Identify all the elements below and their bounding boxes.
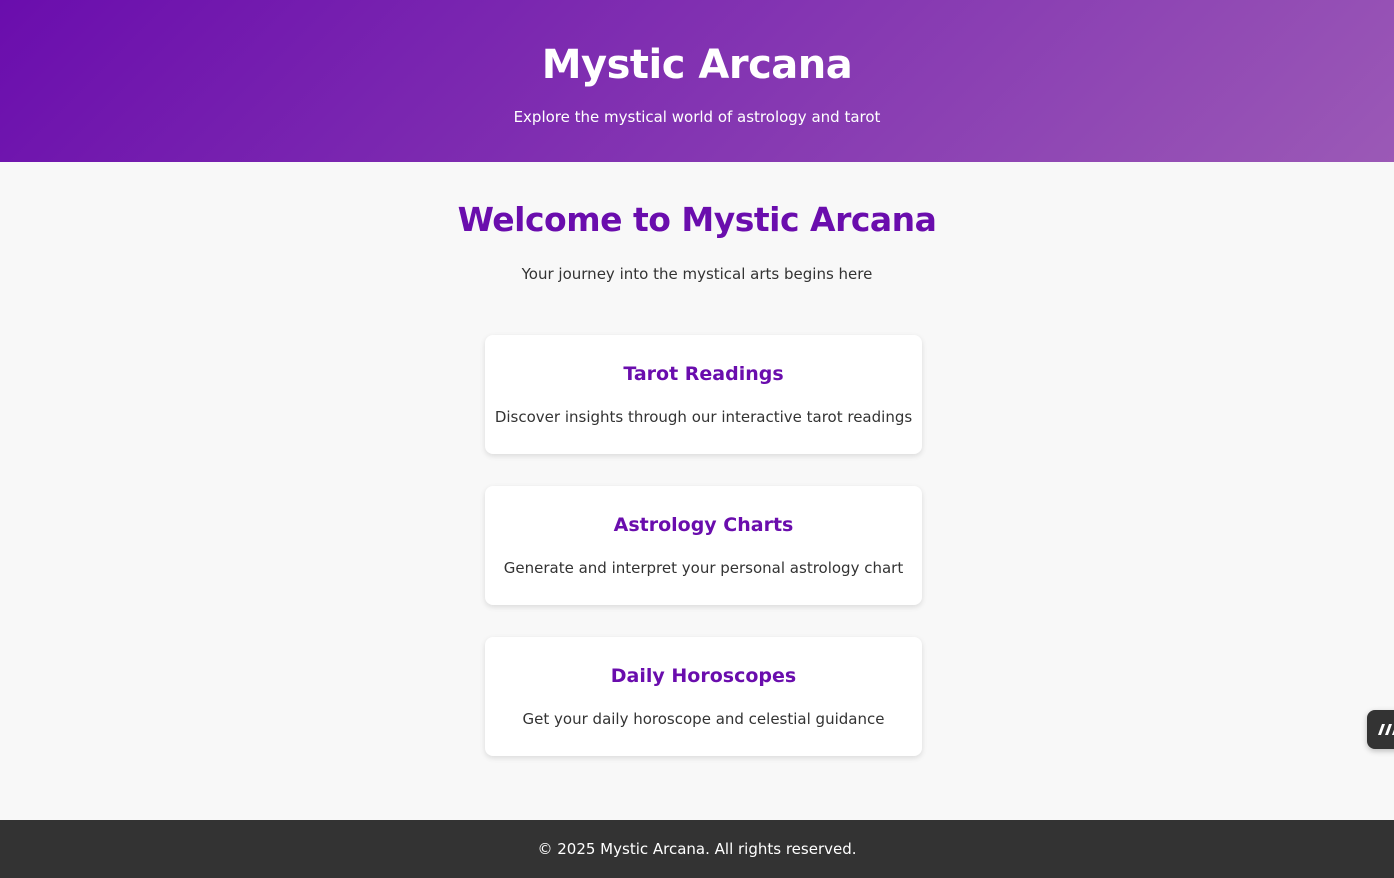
floating-badge-button[interactable] — [1367, 710, 1394, 749]
card-description: Discover insights through our interactiv… — [494, 408, 913, 426]
welcome-subtitle: Your journey into the mystical arts begi… — [521, 265, 873, 283]
lovable-badge-icon — [1378, 724, 1394, 735]
feature-card-daily-horoscopes[interactable]: Daily Horoscopes Get your daily horoscop… — [485, 637, 922, 756]
feature-card-tarot-readings[interactable]: Tarot Readings Discover insights through… — [485, 335, 922, 454]
card-title: Astrology Charts — [613, 514, 794, 536]
card-title: Tarot Readings — [623, 363, 784, 385]
footer-copyright: © 2025 Mystic Arcana. All rights reserve… — [537, 840, 857, 858]
site-tagline: Explore the mystical world of astrology … — [513, 108, 881, 126]
site-title: Mystic Arcana — [541, 42, 853, 88]
card-description: Generate and interpret your personal ast… — [503, 559, 904, 577]
feature-card-astrology-charts[interactable]: Astrology Charts Generate and interpret … — [485, 486, 922, 605]
card-title: Daily Horoscopes — [610, 665, 797, 687]
welcome-title: Welcome to Mystic Arcana — [457, 200, 937, 239]
page: Mystic Arcana Explore the mystical world… — [0, 0, 1394, 878]
card-description: Get your daily horoscope and celestial g… — [522, 710, 885, 728]
site-footer: © 2025 Mystic Arcana. All rights reserve… — [0, 820, 1394, 878]
site-header: Mystic Arcana Explore the mystical world… — [0, 0, 1394, 162]
